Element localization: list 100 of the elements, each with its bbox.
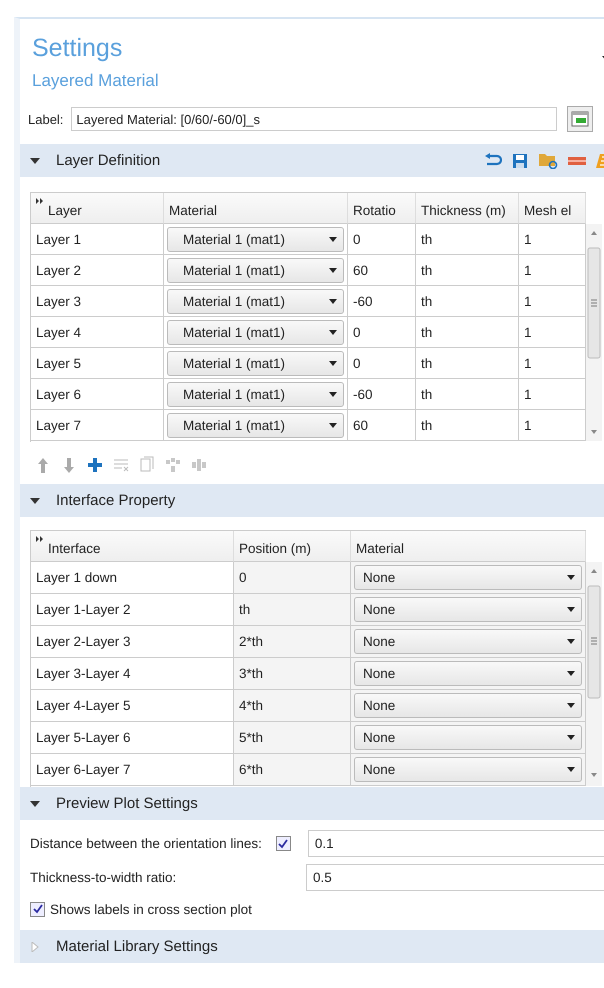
table-cell: 60 [348,255,416,286]
column-header: Interface [31,531,234,562]
table-cell: th [416,317,519,348]
caret-icon [567,607,575,612]
table-cell: Layer 6 [31,379,164,410]
section-header[interactable]: Preview Plot Settings [20,787,604,820]
table-cell: th [416,224,519,255]
table-cell: -60 [348,379,416,410]
material-dropdown[interactable]: Material 1 (mat1) [167,382,344,406]
table-cell: 0 [348,348,416,379]
column-header: Layer [31,193,164,224]
table-cell: 1 [519,317,586,348]
table-cell: -60 [348,286,416,317]
table-cell: Layer 3-Layer 4 [31,658,234,690]
table-cell: 1 [519,410,586,441]
table-cell: 60 [348,410,416,441]
caret-icon [567,735,575,740]
expand-columns-icon[interactable] [36,198,44,204]
material-dropdown[interactable]: Material 1 (mat1) [167,226,344,252]
column-header: Material [351,531,586,562]
expand-columns-icon[interactable] [36,536,44,542]
delete-icon[interactable] [568,156,586,166]
material-dropdown[interactable]: None [354,693,582,718]
table-cell: Layer 6-Layer 7 [31,754,234,786]
material-dropdown[interactable]: None [354,597,582,622]
column-header: Mesh el [519,193,586,224]
table-cell: th [234,594,351,626]
section-header[interactable]: Material Library Settings [20,930,604,963]
folder-icon[interactable] [538,152,558,169]
caret-icon [567,639,575,644]
section-header[interactable]: Layer Definition [20,144,604,177]
caret-icon [567,671,575,676]
expand-arrow-icon [30,496,40,506]
table-cell: Layer 7 [31,410,164,441]
expand-arrow-icon [30,942,40,952]
label-field[interactable]: Layered Material: [0/60/-60/0]_s [71,107,558,131]
table-cell: Layer 1 down [31,562,234,594]
table-cell: th [416,255,519,286]
material-dropdown[interactable]: Material 1 (mat1) [167,288,344,314]
caret-icon [329,392,337,396]
material-dropdown[interactable]: Material 1 (mat1) [167,412,344,438]
distance-field[interactable]: 0.1 [308,830,604,857]
material-dropdown[interactable]: None [354,725,582,750]
material-dropdown[interactable]: None [354,565,582,590]
plus-icon[interactable] [86,456,104,474]
table-cell: th [416,286,519,317]
table-cell: Layer 4-Layer 5 [31,690,234,722]
table-cell: 0 [234,562,351,594]
caret-icon [329,236,337,242]
caret-icon [567,767,575,772]
panel-subtitle: Layered Material [32,70,159,92]
table-cell: Layer 4 [31,317,164,348]
label-caption: Label: [28,112,64,126]
table-cell: Layer 3 [31,286,164,317]
table-cell: 1 [519,286,586,317]
ratio-field[interactable]: 0.5 [306,864,604,891]
column-header: Position (m) [234,531,351,562]
checkbox[interactable] [30,902,45,916]
expand-arrow-icon [30,156,40,166]
material-dropdown[interactable]: Material 1 (mat1) [167,350,344,376]
table-cell: Layer 1 [31,224,164,255]
table-cell: 3*th [234,658,351,690]
save-icon[interactable] [512,152,528,168]
caret-icon [329,268,337,272]
window-icon [571,110,590,128]
table-cell: Layer 2-Layer 3 [31,626,234,658]
table-cell: Layer 5-Layer 6 [31,722,234,754]
column-header: Material [164,193,348,224]
material-dropdown[interactable]: None [354,757,582,782]
checkbox-label: Shows labels in cross section plot [50,902,252,916]
table-cell: Layer 2 [31,255,164,286]
section-header[interactable]: Interface Property [20,484,604,517]
table-cell: 1 [519,255,586,286]
checkbox[interactable] [276,836,291,851]
column-header: Thickness (m) [416,193,519,224]
material-dropdown[interactable]: None [354,629,582,654]
table-cell: th [416,348,519,379]
table-cell: Layer 5 [31,348,164,379]
table-cell: 1 [519,224,586,255]
label-button[interactable] [567,106,594,132]
table-cell: 5*th [234,722,351,754]
caret-icon [567,575,575,580]
table-cell: 2*th [234,626,351,658]
material-dropdown[interactable]: None [354,661,582,686]
table-cell: th [416,379,519,410]
caret-icon [567,703,575,708]
caret-icon [329,298,337,304]
table-cell: th [416,410,519,441]
field-label: Thickness-to-width ratio: [30,870,178,885]
material-dropdown[interactable]: Material 1 (mat1) [167,320,344,344]
caret-icon [329,330,337,334]
panel-title: Settings [32,33,124,63]
table-cell: 0 [348,317,416,348]
table-cell: 1 [519,348,586,379]
table-cell: 6*th [234,754,351,786]
material-dropdown[interactable]: Material 1 (mat1) [167,258,344,282]
expand-arrow-icon [30,798,40,808]
table-cell: 4*th [234,690,351,722]
caret-icon [329,360,337,366]
field-label: Distance between the orientation lines: [30,836,262,851]
